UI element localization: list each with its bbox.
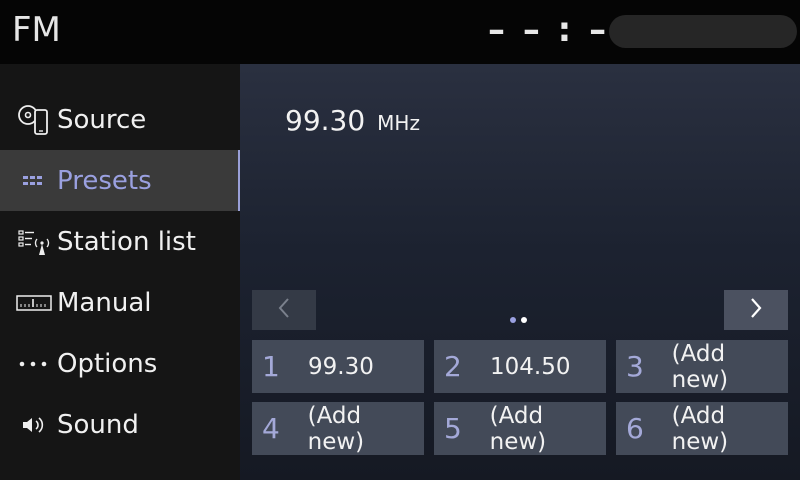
preset-button-1[interactable]: 1 99.30	[252, 340, 424, 393]
main-panel: 99.30 MHz 1 99.30 2 104.50 3 (Add new) 4 …	[240, 64, 800, 480]
preset-value: (Add new)	[489, 402, 547, 455]
presets-icon	[14, 161, 54, 201]
frequency-value: 99.30	[285, 104, 366, 137]
preset-value: 99.30	[308, 353, 374, 380]
sidebar-item-label: Source	[57, 104, 147, 135]
page-indicator	[510, 317, 527, 323]
prev-page-button[interactable]	[252, 290, 316, 330]
source-icon	[14, 100, 54, 140]
preset-button-6[interactable]: 6 (Add new)	[616, 402, 788, 455]
page-dot-active	[521, 317, 527, 323]
preset-button-4[interactable]: 4 (Add new)	[252, 402, 424, 455]
sidebar-item-label: Manual	[57, 287, 152, 318]
preset-button-3[interactable]: 3 (Add new)	[616, 340, 788, 393]
preset-value: (Add new)	[307, 402, 365, 455]
preset-value: 104.50	[490, 353, 571, 380]
page-dot	[510, 317, 516, 323]
preset-number: 3	[626, 350, 644, 383]
sidebar-item-sound[interactable]: Sound	[0, 394, 240, 455]
sidebar-item-label: Station list	[57, 226, 196, 257]
preset-number: 6	[626, 412, 644, 445]
sidebar-item-manual[interactable]: Manual	[0, 272, 240, 333]
preset-button-2[interactable]: 2 104.50	[434, 340, 606, 393]
preset-number: 1	[262, 350, 280, 383]
preset-number: 4	[262, 412, 280, 445]
top-bar: FM – – : – –	[0, 0, 800, 64]
sidebar-item-options[interactable]: Options	[0, 333, 240, 394]
more-dots-icon	[14, 344, 54, 384]
frequency-unit: MHz	[377, 111, 420, 135]
station-list-icon	[14, 222, 54, 262]
preset-number: 2	[444, 350, 462, 383]
sidebar-item-station-list[interactable]: Station list	[0, 211, 240, 272]
app-title: FM	[12, 10, 61, 50]
next-page-button[interactable]	[724, 290, 788, 330]
sidebar: Source Presets Station list Manual Optio…	[0, 64, 240, 480]
sidebar-item-presets[interactable]: Presets	[0, 150, 240, 211]
sidebar-item-label: Sound	[57, 409, 139, 440]
preset-button-5[interactable]: 5 (Add new)	[434, 402, 606, 455]
manual-tuning-icon	[14, 283, 54, 323]
chevron-right-icon	[749, 296, 763, 324]
preset-value: (Add new)	[671, 340, 729, 393]
current-frequency: 99.30 MHz	[285, 104, 420, 137]
sidebar-item-label: Options	[57, 348, 158, 379]
preset-number: 5	[444, 412, 462, 445]
chevron-left-icon	[277, 296, 291, 324]
sidebar-item-label: Presets	[57, 165, 152, 196]
sidebar-item-source[interactable]: Source	[0, 89, 240, 150]
preset-value: (Add new)	[671, 402, 729, 455]
speaker-icon	[14, 405, 54, 445]
status-pill	[609, 15, 797, 48]
